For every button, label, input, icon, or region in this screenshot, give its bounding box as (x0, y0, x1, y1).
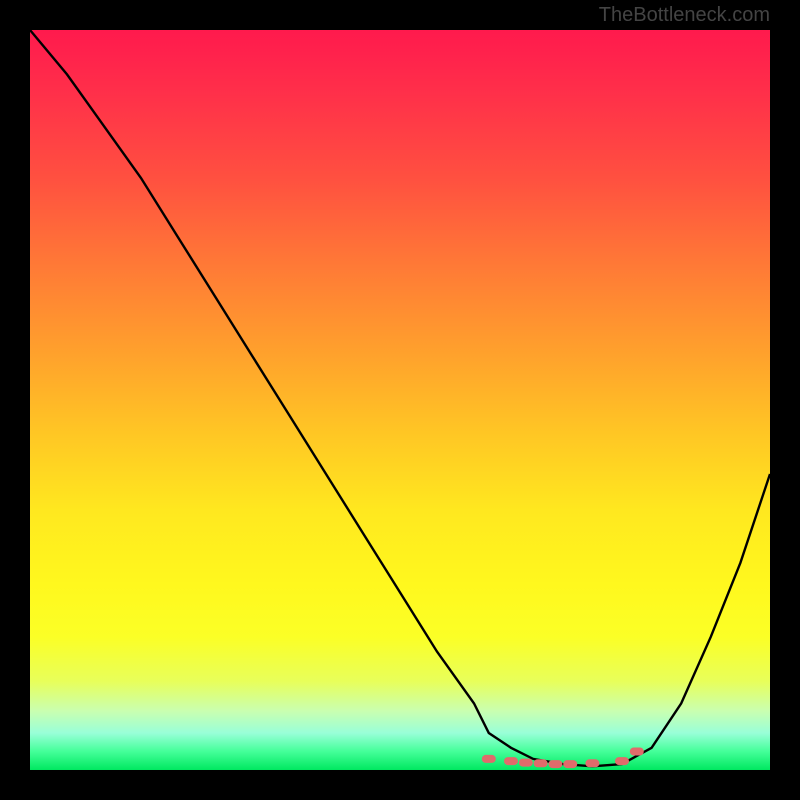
optimal-dot (615, 757, 629, 765)
chart-svg (30, 30, 770, 770)
optimal-dot (504, 757, 518, 765)
optimal-dot (630, 748, 644, 756)
optimal-dot (563, 760, 577, 768)
bottleneck-curve (30, 30, 770, 766)
chart-plot-area (30, 30, 770, 770)
optimal-dot (548, 760, 562, 768)
optimal-dot (585, 759, 599, 767)
watermark-text: TheBottleneck.com (599, 4, 770, 27)
optimal-dot (519, 759, 533, 767)
optimal-dot (482, 755, 496, 763)
optimal-dot (534, 759, 548, 767)
